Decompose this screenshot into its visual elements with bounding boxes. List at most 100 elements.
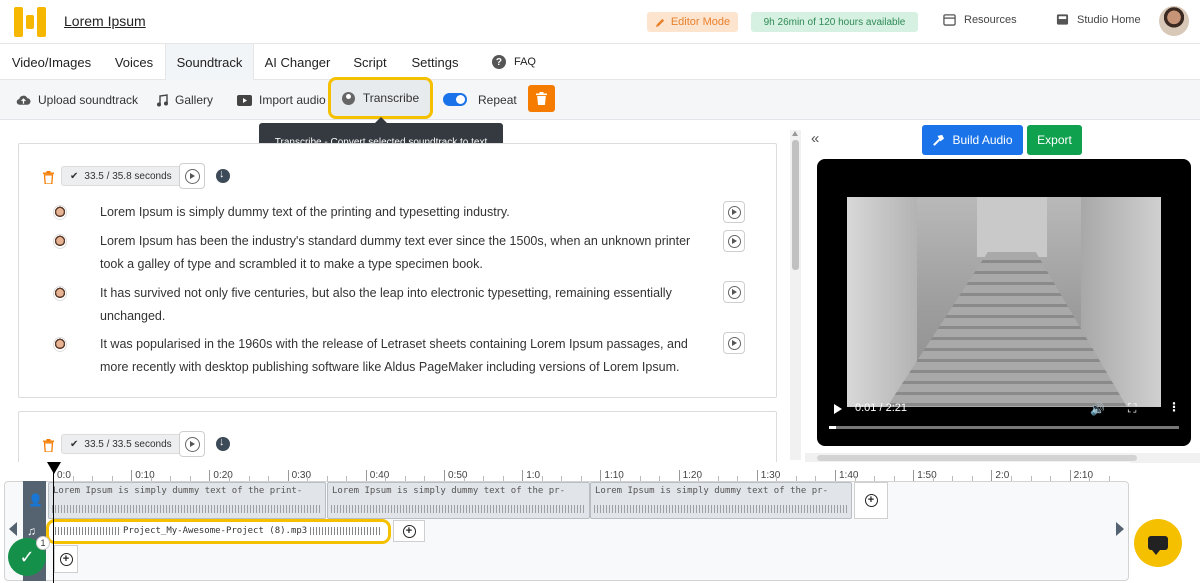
timeline-scroll-left-icon[interactable] xyxy=(9,522,17,536)
resources-label: Resources xyxy=(964,13,1017,26)
waveform xyxy=(331,505,586,513)
scroll-up-icon[interactable] xyxy=(792,131,798,136)
voice-avatar-icon xyxy=(53,234,67,249)
duration-pill[interactable]: ✔ 33.5 / 33.5 seconds xyxy=(61,434,181,454)
trash-icon[interactable] xyxy=(43,439,54,452)
faq-label: FAQ xyxy=(513,56,536,68)
voice-segment-text: Lorem Ipsum is simply dummy text of the … xyxy=(332,486,565,496)
hours-available-badge: 9h 26min of 120 hours available xyxy=(751,12,918,32)
player-controls: 0:01 / 2:21 🔊 ⛶ ⋮ xyxy=(817,399,1191,446)
build-audio-label: Build Audio xyxy=(952,133,1013,147)
editor-mode-badge[interactable]: Editor Mode xyxy=(647,12,738,32)
transcribe-label: Transcribe xyxy=(362,91,420,105)
transcript-card: ✔ 33.5 / 35.8 seconds Lorem Ipsum is sim… xyxy=(18,143,777,398)
voice-segment[interactable]: Lorem Ipsum is simply dummy text of the … xyxy=(327,482,590,519)
transcribe-button[interactable]: Transcribe xyxy=(328,77,433,119)
app-logo[interactable] xyxy=(14,7,46,37)
upload-soundtrack-label: Upload soundtrack xyxy=(38,93,139,107)
playback-progress-fill xyxy=(829,426,836,429)
tab-script[interactable]: Script xyxy=(341,44,399,80)
main-tabs: Video/Images Voices Soundtrack AI Change… xyxy=(0,44,1200,80)
chat-support-button[interactable] xyxy=(1134,519,1182,567)
transcript-paragraph[interactable]: It was popularised in the 1960s with the… xyxy=(100,333,700,379)
tab-soundtrack[interactable]: Soundtrack xyxy=(165,44,254,80)
transcript-paragraph[interactable]: It has survived not only five centuries,… xyxy=(100,282,700,328)
editor-mode-label: Editor Mode xyxy=(670,16,731,28)
waveform xyxy=(52,505,322,513)
soundtrack-toolbar: Upload soundtrack Gallery Import audio R… xyxy=(0,80,1200,120)
gallery-label: Gallery xyxy=(175,93,214,107)
music-note-icon xyxy=(157,93,168,106)
playback-progress[interactable] xyxy=(829,426,1179,429)
add-voice-segment-button[interactable]: + xyxy=(854,482,888,519)
play-icon xyxy=(184,168,200,184)
more-options-icon[interactable]: ⋮ xyxy=(1168,400,1180,414)
video-frame xyxy=(847,197,1161,407)
add-track-button[interactable]: + xyxy=(54,545,78,573)
resources-link[interactable]: Resources xyxy=(943,13,1017,26)
playback-time: 0:01 / 2:21 xyxy=(855,402,907,414)
gallery-button[interactable]: Gallery xyxy=(156,88,213,112)
collapse-panel-icon[interactable]: « xyxy=(811,130,819,147)
delete-soundtrack-button[interactable] xyxy=(528,85,555,112)
volume-icon[interactable]: 🔊 xyxy=(1090,402,1105,416)
play-paragraph-button[interactable] xyxy=(723,230,745,252)
brand-link[interactable]: Lorem Ipsum xyxy=(64,13,146,29)
tab-video-images[interactable]: Video/Images xyxy=(0,44,103,80)
tab-voices[interactable]: Voices xyxy=(103,44,165,80)
voice-avatar-icon xyxy=(53,205,67,220)
play-icon xyxy=(727,336,741,350)
play-paragraph-button[interactable] xyxy=(723,332,745,354)
play-paragraph-button[interactable] xyxy=(723,201,745,223)
waveform xyxy=(594,505,848,513)
download-button[interactable] xyxy=(216,168,230,183)
playhead-handle[interactable] xyxy=(47,462,61,474)
voice-segment-text: Lorem Ipsum is simply dummy text of the … xyxy=(53,486,303,496)
play-icon[interactable] xyxy=(834,404,842,414)
check-icon: ✔ xyxy=(70,438,79,450)
trash-icon[interactable] xyxy=(43,171,54,184)
tab-ai-changer[interactable]: AI Changer xyxy=(254,44,341,80)
transcript-paragraph[interactable]: Lorem Ipsum has been the industry's stan… xyxy=(100,230,700,276)
duration-pill[interactable]: ✔ 33.5 / 35.8 seconds xyxy=(61,166,181,186)
fullscreen-icon[interactable]: ⛶ xyxy=(1128,401,1136,416)
play-icon xyxy=(727,234,741,248)
export-button[interactable]: Export xyxy=(1027,125,1082,155)
video-player[interactable]: 0:01 / 2:21 🔊 ⛶ ⋮ xyxy=(817,159,1191,446)
soundtrack-filename: Project_My-Awesome-Project (8).mp3 xyxy=(121,526,310,536)
user-icon: 👤 xyxy=(28,493,43,507)
timeline-playhead[interactable] xyxy=(53,470,54,583)
content-scrollbar[interactable] xyxy=(790,130,801,460)
play-card-button[interactable] xyxy=(179,431,205,457)
music-note-icon: ♫ xyxy=(27,524,36,538)
play-paragraph-button[interactable] xyxy=(723,281,745,303)
download-button[interactable] xyxy=(216,436,230,451)
timeline-scroll-right-icon[interactable] xyxy=(1116,522,1124,536)
transcript-paragraph[interactable]: Lorem Ipsum is simply dummy text of the … xyxy=(100,201,700,224)
voice-avatar-icon xyxy=(53,337,67,352)
plus-icon: + xyxy=(864,494,878,507)
add-soundtrack-button[interactable]: + xyxy=(393,520,425,542)
upload-soundtrack-button[interactable]: Upload soundtrack xyxy=(16,88,138,112)
voice-segment[interactable]: Lorem Ipsum is simply dummy text of the … xyxy=(590,482,852,519)
soundtrack-clip[interactable]: Project_My-Awesome-Project (8).mp3 xyxy=(46,519,391,544)
scrollbar-thumb[interactable] xyxy=(792,140,799,270)
download-icon xyxy=(216,436,230,451)
pencil-icon xyxy=(655,18,665,27)
studio-home-link[interactable]: Studio Home xyxy=(1056,13,1141,26)
inbox-icon xyxy=(1056,14,1069,25)
user-avatar[interactable] xyxy=(1159,6,1189,36)
tab-faq[interactable]: ? FAQ xyxy=(484,44,544,80)
check-icon: ✓ xyxy=(19,546,35,567)
user-circle-icon xyxy=(341,91,355,105)
repeat-toggle[interactable] xyxy=(443,93,467,106)
voice-segment[interactable]: Lorem Ipsum is simply dummy text of the … xyxy=(48,482,326,519)
tab-settings[interactable]: Settings xyxy=(399,44,471,80)
import-audio-button[interactable]: Import audio xyxy=(237,88,326,112)
play-card-button[interactable] xyxy=(179,163,205,189)
build-audio-button[interactable]: Build Audio xyxy=(922,125,1023,155)
scrollbar-thumb[interactable] xyxy=(817,455,1137,461)
studio-home-label: Studio Home xyxy=(1077,13,1141,26)
plus-icon: + xyxy=(402,524,416,538)
play-icon xyxy=(727,285,741,299)
